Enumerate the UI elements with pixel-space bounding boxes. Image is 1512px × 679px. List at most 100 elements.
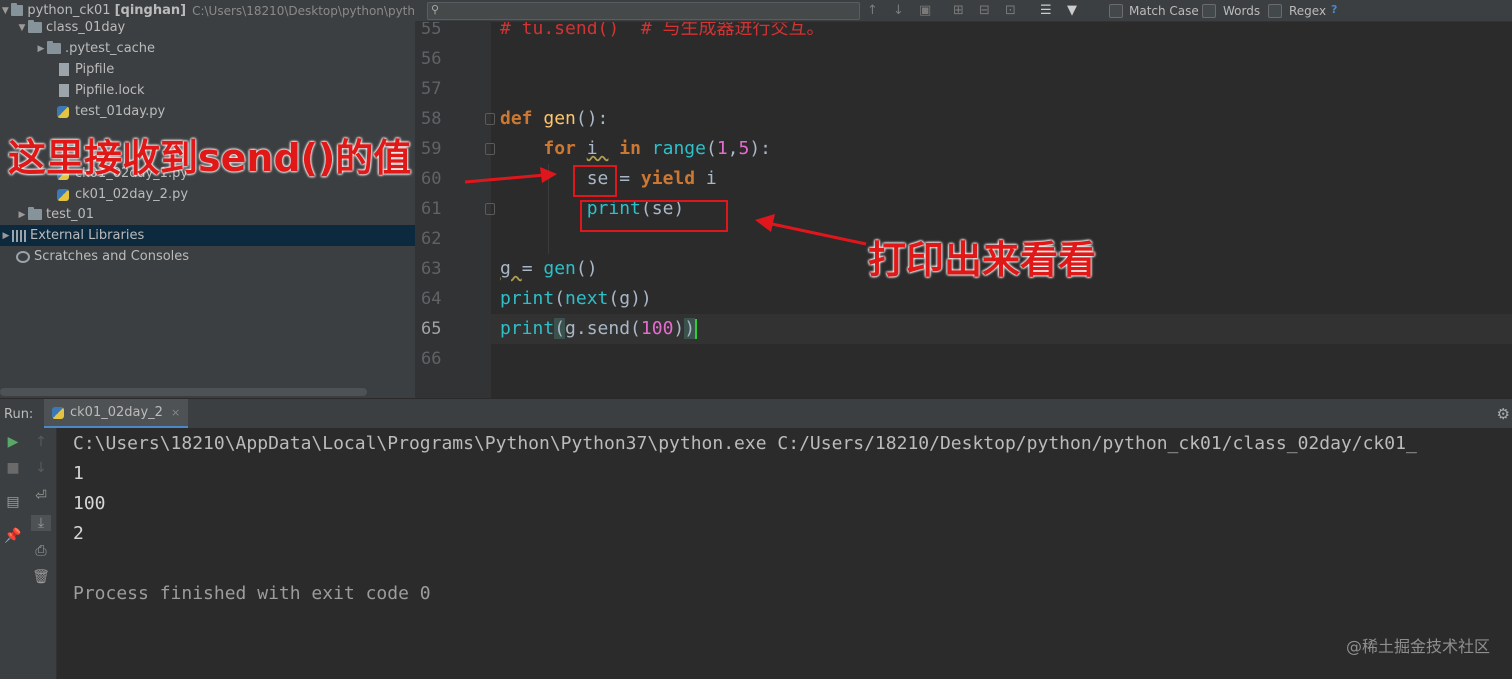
run-tab-label: ck01_02day_2 — [70, 405, 163, 420]
run-label: Run: — [4, 407, 34, 422]
tree-item-label: test_01 — [46, 207, 95, 222]
tree-item-label: test_01day.py — [75, 104, 166, 119]
tree-item-scratches[interactable]: Scratches and Consoles — [0, 246, 415, 267]
collapse-arrow-icon[interactable]: ▶ — [16, 210, 28, 220]
tree-item-label: ck01_02day_2.py — [75, 187, 189, 202]
select-all-occurrences-icon[interactable]: ⊡ — [1005, 3, 1016, 18]
run-toolbar: ▶ ■ ▤ 📌 — [0, 428, 26, 679]
fold-marker-icon[interactable] — [485, 143, 495, 155]
tree-item-test-01[interactable]: ▶ test_01 — [0, 204, 415, 225]
code-line-58: def gen(): — [500, 108, 609, 129]
annotation-right-note: 打印出来看看 — [868, 238, 1097, 282]
words-checkbox[interactable] — [1202, 4, 1216, 18]
scroll-to-end-icon[interactable]: ⤓ — [31, 515, 51, 531]
tree-item-label: Pipfile.lock — [75, 83, 145, 98]
tree-item-label: class_01day — [46, 20, 126, 35]
line-number: 55 — [421, 22, 442, 39]
gear-icon[interactable]: ⚙ — [1497, 405, 1510, 423]
previous-occurrence-icon[interactable]: ↑ — [867, 3, 878, 18]
match-case-checkbox[interactable] — [1109, 4, 1123, 18]
search-input[interactable]: ⚲ — [427, 2, 860, 20]
library-icon — [12, 229, 26, 242]
python-file-icon — [57, 188, 69, 201]
print-icon[interactable]: ⎙ — [31, 543, 51, 559]
close-icon[interactable]: × — [171, 406, 180, 419]
file-icon — [59, 63, 69, 76]
line-number: 66 — [421, 349, 442, 369]
folder-icon — [28, 207, 42, 220]
expand-arrow-icon[interactable]: ▼ — [16, 23, 28, 33]
tree-item-external-libraries[interactable]: ▶ External Libraries — [0, 225, 415, 246]
tree-item-label: .pytest_cache — [65, 41, 156, 56]
file-icon — [59, 84, 69, 97]
line-number: 61 — [421, 199, 442, 219]
collapse-arrow-icon[interactable]: ▶ — [35, 44, 47, 54]
filter-icon[interactable]: ▼ — [1067, 3, 1077, 18]
next-occurrence-icon[interactable]: ↓ — [893, 3, 904, 18]
root-name: python_ck01 — [27, 3, 111, 18]
line-number: 58 — [421, 109, 442, 129]
pin-tab-icon[interactable]: 📌 — [3, 528, 23, 544]
regex-label: Regex — [1289, 4, 1327, 18]
tree-item-label: External Libraries — [30, 228, 145, 243]
stop-icon[interactable]: ■ — [3, 460, 23, 476]
tree-item-ck01-02day-2[interactable]: ck01_02day_2.py — [0, 184, 415, 205]
python-file-icon — [57, 105, 69, 118]
code-line-64: print(next(g)) — [500, 288, 652, 309]
rerun-icon[interactable]: ▶ — [3, 434, 23, 450]
fold-marker-icon[interactable] — [485, 203, 495, 215]
project-tree-panel: ▼ python_ck01 [qinghan] C:\Users\18210\D… — [0, 0, 415, 398]
console-output[interactable]: C:\Users\18210\AppData\Local\Programs\Py… — [57, 428, 1512, 679]
soft-wrap-icon[interactable]: ⏎ — [31, 488, 51, 504]
tree-item-pipfile[interactable]: Pipfile — [0, 59, 415, 80]
folder-icon — [47, 41, 61, 54]
add-selection-icon[interactable]: ⊞ — [953, 3, 964, 18]
tree-item-class-01day[interactable]: ▼ class_01day — [0, 17, 415, 38]
down-stack-trace-icon[interactable]: ↓ — [31, 460, 51, 476]
expand-arrow-icon[interactable]: ▼ — [0, 6, 11, 16]
code-line-63: g = gen() — [500, 258, 598, 279]
tree-item-test-01day[interactable]: test_01day.py — [0, 101, 415, 122]
tree-item-pipfile-lock[interactable]: Pipfile.lock — [0, 80, 415, 101]
tree-item-label: Pipfile — [75, 62, 115, 77]
multiline-icon[interactable]: ☰ — [1040, 3, 1052, 18]
restore-layout-icon[interactable]: ▤ — [3, 494, 23, 510]
match-case-label: Match Case — [1129, 4, 1199, 18]
console-command-line: C:\Users\18210\AppData\Local\Programs\Py… — [73, 433, 1417, 454]
python-file-icon — [52, 406, 64, 419]
run-tab[interactable]: ck01_02day_2 × — [44, 399, 189, 429]
line-number: 57 — [421, 79, 442, 99]
line-number: 59 — [421, 139, 442, 159]
tree-item-pytest-cache[interactable]: ▶ .pytest_cache — [0, 38, 415, 59]
scratches-icon — [16, 250, 30, 263]
console-exit-line: Process finished with exit code 0 — [73, 583, 431, 604]
collapse-arrow-icon[interactable]: ▶ — [0, 231, 12, 241]
regex-help-icon[interactable]: ? — [1331, 3, 1337, 16]
console-output-line: 2 — [73, 523, 84, 544]
line-number: 56 — [421, 49, 442, 69]
folder-icon — [10, 3, 24, 16]
annotation-box-se — [573, 165, 617, 197]
code-line-59: for i in range(1,5): — [543, 138, 772, 159]
line-number: 60 — [421, 169, 442, 189]
console-output-line: 1 — [73, 463, 84, 484]
line-number: 64 — [421, 289, 442, 309]
up-stack-trace-icon[interactable]: ↑ — [31, 434, 51, 450]
console-toolbar: ↑ ↓ ⏎ ⤓ ⎙ 🗑 — [26, 428, 57, 679]
root-path: C:\Users\18210\Desktop\python\pyth — [192, 3, 415, 18]
remove-selection-icon[interactable]: ⊟ — [979, 3, 990, 18]
horizontal-scrollbar[interactable] — [0, 388, 367, 396]
find-in-window-icon[interactable]: ▣ — [919, 3, 931, 18]
regex-checkbox[interactable] — [1268, 4, 1282, 18]
folder-icon — [28, 20, 42, 33]
trash-icon[interactable]: 🗑 — [31, 569, 51, 585]
run-panel-header: Run: ck01_02day_2 × ⚙ — [0, 398, 1512, 429]
code-line-65: print(g.send(100)) — [500, 318, 698, 339]
code-line-55: # tu.send() # 与生成器进行交互。 — [500, 22, 825, 39]
fold-marker-icon[interactable] — [485, 113, 495, 125]
search-icon: ⚲ — [431, 3, 440, 16]
annotation-box-print — [580, 200, 728, 232]
annotation-left-note: 这里接收到send()的值 — [8, 136, 412, 180]
find-bar: ⚲ ↑ ↓ ▣ ⊞ ⊟ ⊡ ☰ ▼ Match Case Words Regex… — [415, 0, 1512, 22]
tree-item-label: Scratches and Consoles — [34, 249, 190, 264]
